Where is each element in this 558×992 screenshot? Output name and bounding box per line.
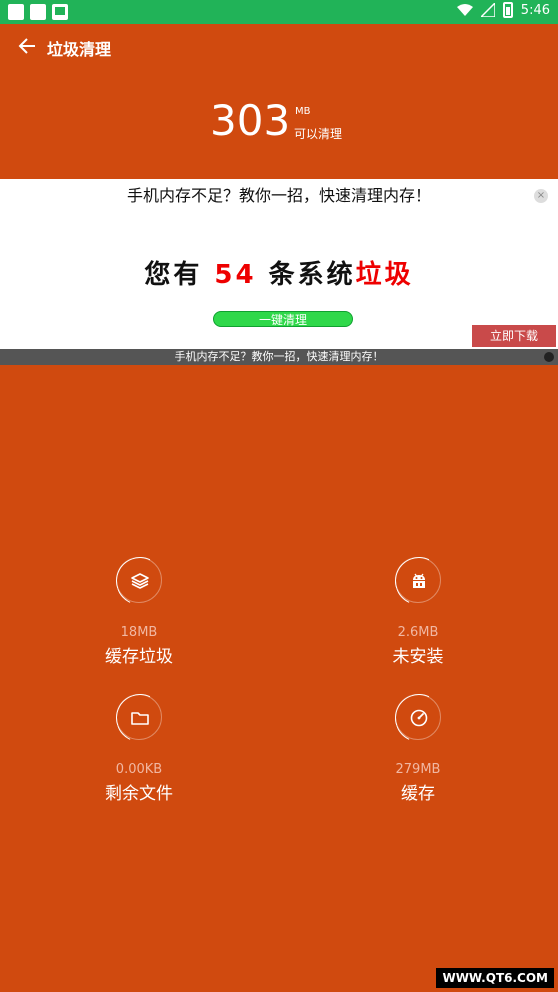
category-label: 缓存垃圾	[105, 647, 173, 667]
category-label: 缓存	[401, 784, 435, 804]
category-circle	[116, 694, 162, 740]
android-icon	[413, 573, 425, 588]
ad-top-text: 手机内存不足？教你一招，快速清理内存！	[126, 186, 431, 205]
category-label: 未安装	[392, 647, 444, 667]
category-circle	[395, 557, 441, 603]
ad-headline-suffix: 垃圾	[355, 260, 414, 290]
ad-clean-button[interactable]: 一键清理	[213, 311, 353, 327]
ad-download-button[interactable]: 立即下载	[472, 325, 556, 347]
category-size: 279MB	[395, 762, 441, 777]
category-residual-files[interactable]: 0.00KB 剩余文件	[69, 694, 209, 804]
status-time: 5:46	[520, 2, 550, 18]
junk-size-desc: 可以清理	[294, 127, 343, 141]
layers-icon	[131, 573, 149, 589]
ad-close-icon[interactable]: ×	[534, 189, 548, 203]
category-size: 2.6MB	[397, 625, 439, 640]
ad-headline-prefix: 您有	[144, 260, 203, 290]
notification-icon	[30, 4, 46, 20]
category-cache[interactable]: 279MB 缓存	[348, 694, 488, 804]
app-header: 垃圾清理 303 MB 可以清理	[0, 24, 558, 179]
notification-icon	[8, 4, 24, 20]
category-circle	[395, 694, 441, 740]
category-cache-junk[interactable]: 18MB 缓存垃圾	[69, 557, 209, 667]
speedometer-icon	[410, 709, 428, 727]
category-circle	[116, 557, 162, 603]
ad-badge-icon	[544, 352, 554, 362]
category-size: 18MB	[120, 625, 158, 640]
ad-headline-count: 54	[214, 260, 257, 290]
ad-banner[interactable]: 手机内存不足？教你一招，快速清理内存！ × 您有 54 条系统垃圾 一键清理 立…	[0, 179, 558, 349]
category-label: 剩余文件	[105, 784, 173, 804]
status-bar: 5:46	[0, 0, 558, 24]
folder-icon	[131, 712, 149, 725]
ad-headline: 您有 54 条系统垃圾	[0, 254, 558, 291]
image-icon	[52, 4, 68, 20]
junk-size-value: 303	[210, 96, 291, 145]
watermark: WWW.QT6.COM	[436, 968, 554, 988]
wifi-icon	[456, 4, 473, 16]
ad-strip-text: 手机内存不足？教你一招，快速清理内存！	[174, 350, 384, 363]
junk-size-unit: MB	[295, 106, 311, 117]
signal-icon	[480, 3, 495, 17]
ad-caption-strip: 手机内存不足？教你一招，快速清理内存！	[0, 349, 558, 365]
back-arrow-icon[interactable]	[18, 37, 36, 55]
battery-icon	[502, 2, 513, 18]
category-uninstalled[interactable]: 2.6MB 未安装	[348, 557, 488, 667]
ad-headline-mid: 条系统	[268, 260, 356, 290]
category-size: 0.00KB	[115, 762, 163, 777]
page-title: 垃圾清理	[47, 40, 112, 59]
